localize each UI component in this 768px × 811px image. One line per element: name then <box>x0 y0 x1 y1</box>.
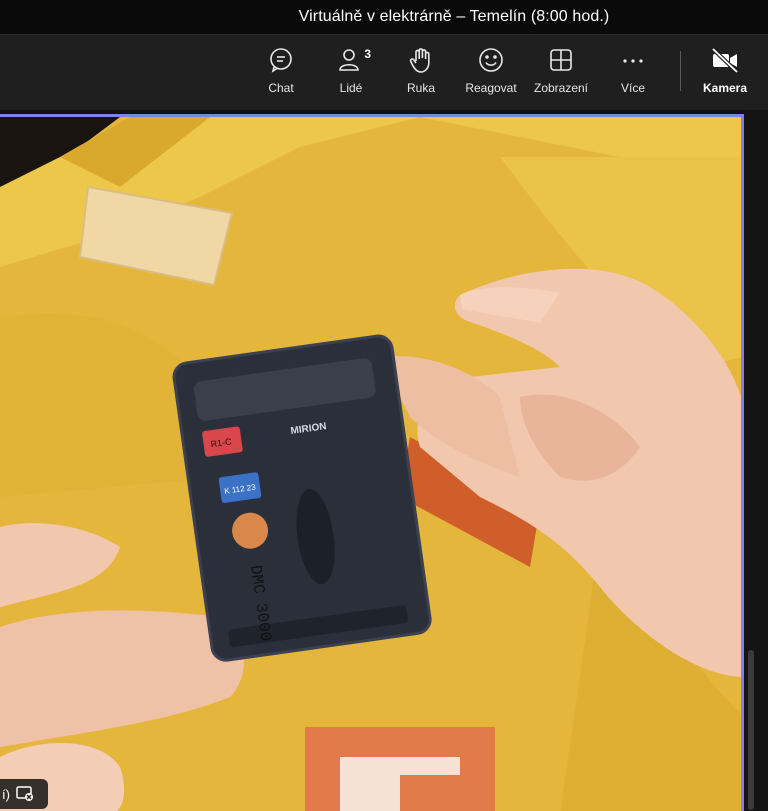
people-icon: 3 <box>331 43 371 77</box>
camera-off-icon <box>705 43 745 77</box>
raise-hand-icon <box>401 43 441 77</box>
react-button[interactable]: Reagovat <box>458 43 524 103</box>
more-button[interactable]: Více <box>600 43 666 103</box>
people-count-badge: 3 <box>364 47 371 61</box>
scrollbar-thumb[interactable] <box>748 650 754 810</box>
chat-icon <box>261 43 301 77</box>
grid-view-icon <box>541 43 581 77</box>
more-icon <box>613 43 653 77</box>
meeting-toolbar: Chat 3 Lidé Ruka Reagovat Zobrazení Více <box>0 34 768 110</box>
more-label: Více <box>620 81 645 95</box>
video-overlay-controls[interactable]: í) <box>0 779 48 809</box>
raise-hand-label: Ruka <box>406 81 435 95</box>
camera-label: Kamera <box>702 81 748 95</box>
smile-icon <box>471 43 511 77</box>
people-label: Lidé <box>339 81 363 95</box>
view-label: Zobrazení <box>533 81 589 95</box>
camera-button[interactable]: Kamera <box>692 43 758 103</box>
video-feed: MIRION R1-C K 112 23 DMC 3000 <box>0 117 741 811</box>
raise-hand-button[interactable]: Ruka <box>388 43 454 103</box>
view-button[interactable]: Zobrazení <box>528 43 594 103</box>
active-video-tile[interactable]: MIRION R1-C K 112 23 DMC 3000 <box>0 114 744 811</box>
overlay-text-fragment: í) <box>2 786 10 802</box>
react-label: Reagovat <box>465 81 517 95</box>
video-stage: MIRION R1-C K 112 23 DMC 3000 <box>0 110 768 811</box>
toolbar-separator <box>680 51 681 91</box>
people-button[interactable]: 3 Lidé <box>318 43 384 103</box>
chat-button[interactable]: Chat <box>248 43 314 103</box>
meeting-title: Virtuálně v elektrárně – Temelín (8:00 h… <box>298 8 610 25</box>
title-bar: Virtuálně v elektrárně – Temelín (8:00 h… <box>0 0 768 34</box>
screen-share-icon[interactable] <box>16 786 34 802</box>
chat-label: Chat <box>268 81 294 95</box>
